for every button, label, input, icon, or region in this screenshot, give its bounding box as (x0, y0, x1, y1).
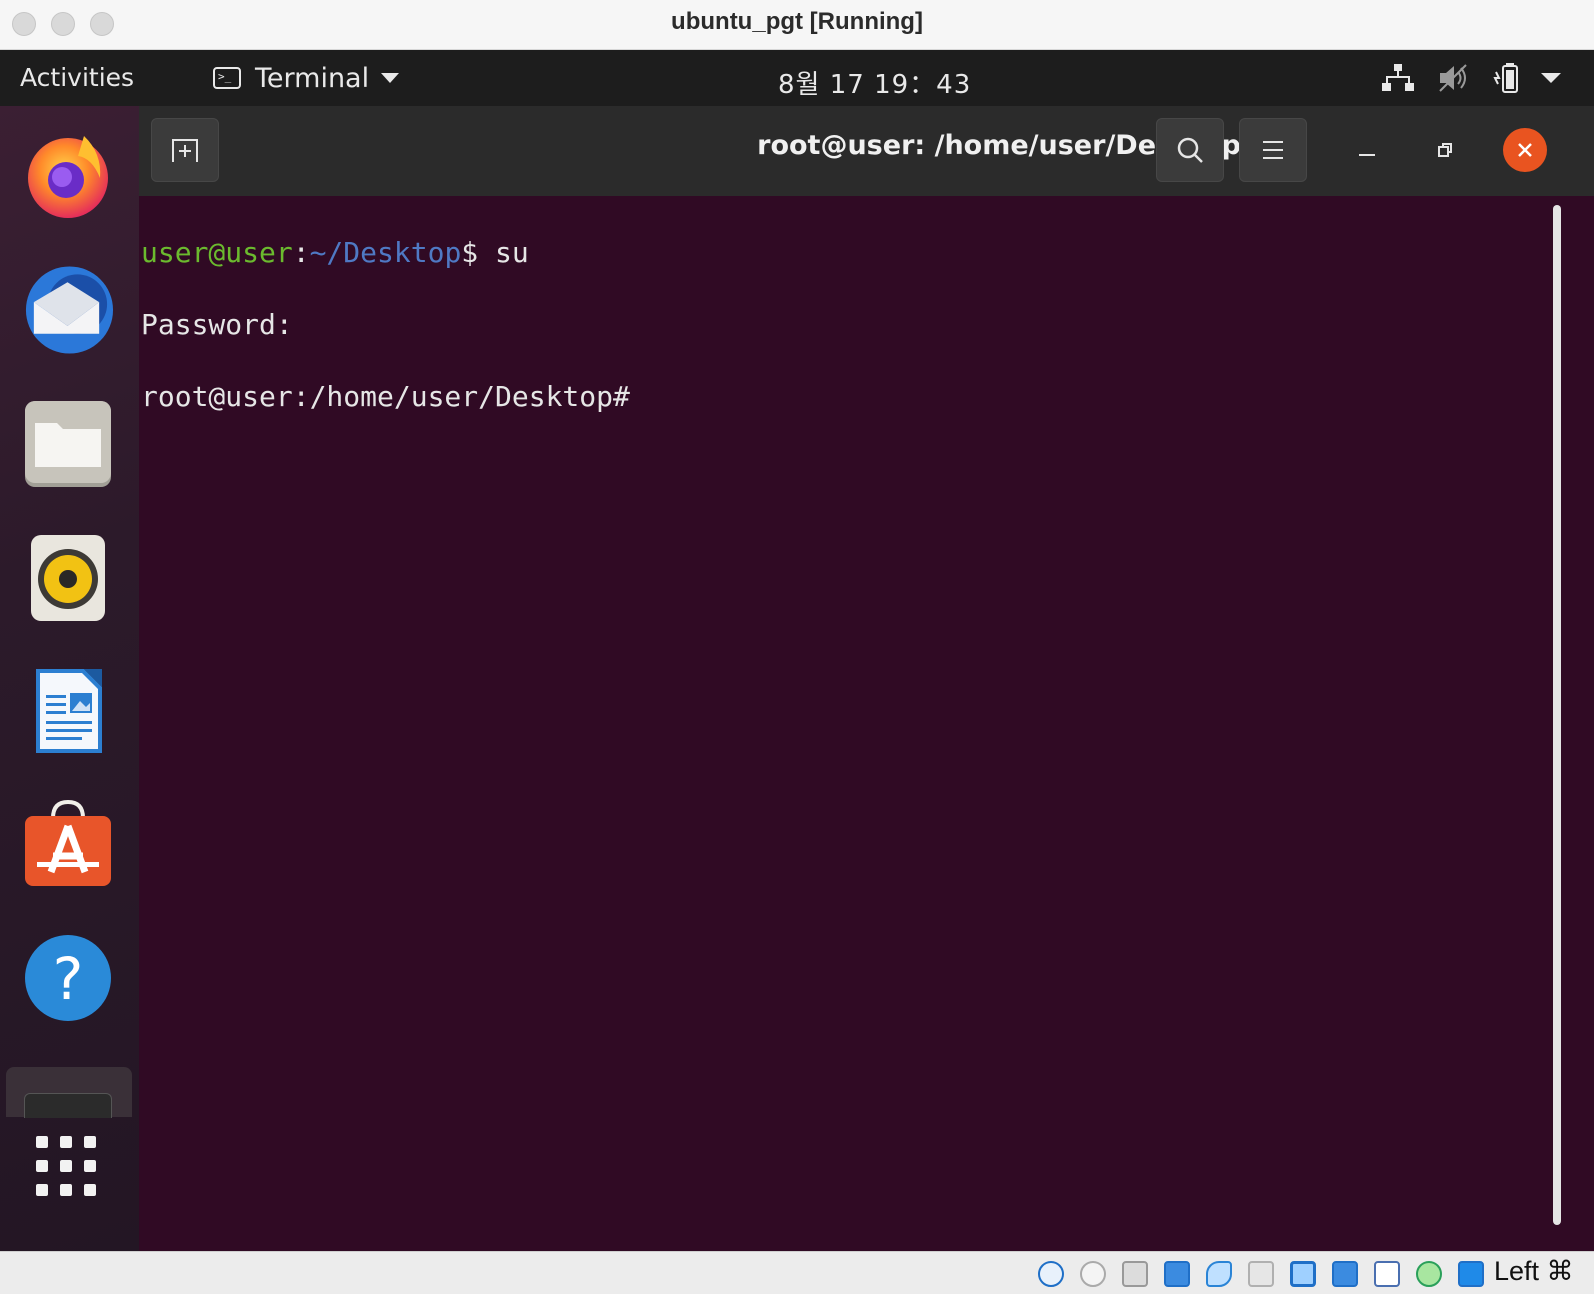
prompt-colon: : (292, 236, 310, 269)
search-button[interactable] (1156, 118, 1224, 182)
host-key-label[interactable]: Left ⌘ (1494, 1256, 1574, 1287)
show-applications-icon[interactable] (36, 1136, 100, 1200)
terminal-dock-icon[interactable] (6, 1067, 132, 1118)
maximize-button[interactable] (1423, 128, 1467, 172)
terminal-headerbar: root@user: /home/user/Desktop (139, 106, 1594, 196)
network-adapter-icon[interactable] (1164, 1261, 1190, 1287)
shared-folder-icon[interactable] (1248, 1261, 1274, 1287)
display-icon[interactable] (1290, 1261, 1316, 1287)
gnome-top-bar: Activities >_ Terminal 8월 17 19：43 (0, 50, 1594, 106)
help-dock-icon[interactable]: ? (20, 930, 115, 1025)
vm-status-bar: Left ⌘ (0, 1251, 1594, 1294)
terminal-line: Password: (141, 308, 293, 341)
activities-button[interactable]: Activities (20, 63, 134, 92)
dock: ? (0, 106, 139, 1251)
new-tab-button[interactable] (151, 118, 219, 182)
hard-disk-icon[interactable] (1038, 1261, 1064, 1287)
prompt-user: user@user (141, 236, 293, 269)
vm-window-titlebar: ubuntu_pgt [Running] (0, 0, 1594, 50)
terminal-line: root@user:/home/user/Desktop# (141, 380, 630, 413)
chevron-down-icon (381, 73, 400, 83)
clock[interactable]: 8월 17 19：43 (778, 64, 971, 101)
prompt-path: ~/Desktop (309, 236, 462, 269)
libreoffice-writer-dock-icon[interactable] (20, 663, 115, 758)
close-button[interactable] (1503, 128, 1547, 172)
svg-text:?: ? (52, 945, 83, 1013)
app-menu-button[interactable]: >_ Terminal (213, 60, 400, 96)
optical-drive-icon[interactable] (1080, 1261, 1106, 1287)
app-menu-label: Terminal (255, 62, 370, 94)
files-dock-icon[interactable] (20, 396, 115, 491)
terminal-output[interactable]: user@user:~/Desktop$ su Password: root@u… (139, 196, 1594, 1251)
download-icon[interactable] (1458, 1261, 1484, 1287)
search-icon (1177, 137, 1203, 163)
ubuntu-software-dock-icon[interactable] (20, 796, 115, 891)
menu-button[interactable] (1239, 118, 1307, 182)
hamburger-menu-icon (1263, 141, 1283, 159)
audio-icon[interactable] (1122, 1261, 1148, 1287)
restore-icon (1438, 143, 1452, 157)
vm-window-title: ubuntu_pgt [Running] (671, 8, 923, 35)
cpu-icon[interactable] (1416, 1261, 1442, 1287)
usb-icon[interactable] (1206, 1261, 1232, 1287)
thunderbird-dock-icon[interactable] (20, 262, 115, 357)
minimize-button[interactable] (1345, 128, 1389, 172)
network-icon[interactable] (1380, 60, 1416, 96)
screen-capture-icon[interactable] (1332, 1261, 1358, 1287)
firefox-dock-icon[interactable] (20, 126, 115, 221)
terminal-scrollbar[interactable] (1553, 205, 1561, 1225)
new-tab-icon (172, 139, 198, 162)
video-capture-icon[interactable] (1374, 1261, 1400, 1287)
battery-icon[interactable] (1490, 60, 1526, 96)
command-text: $ su (461, 236, 529, 269)
minimize-icon (1359, 154, 1375, 156)
terminal-app-icon: >_ (213, 67, 241, 89)
terminal-line: user@user:~/Desktop$ su (141, 235, 630, 271)
close-icon (1518, 143, 1532, 157)
system-menu-arrow-icon[interactable] (1536, 60, 1566, 96)
volume-muted-icon[interactable] (1436, 60, 1472, 96)
rhythmbox-dock-icon[interactable] (20, 530, 115, 625)
